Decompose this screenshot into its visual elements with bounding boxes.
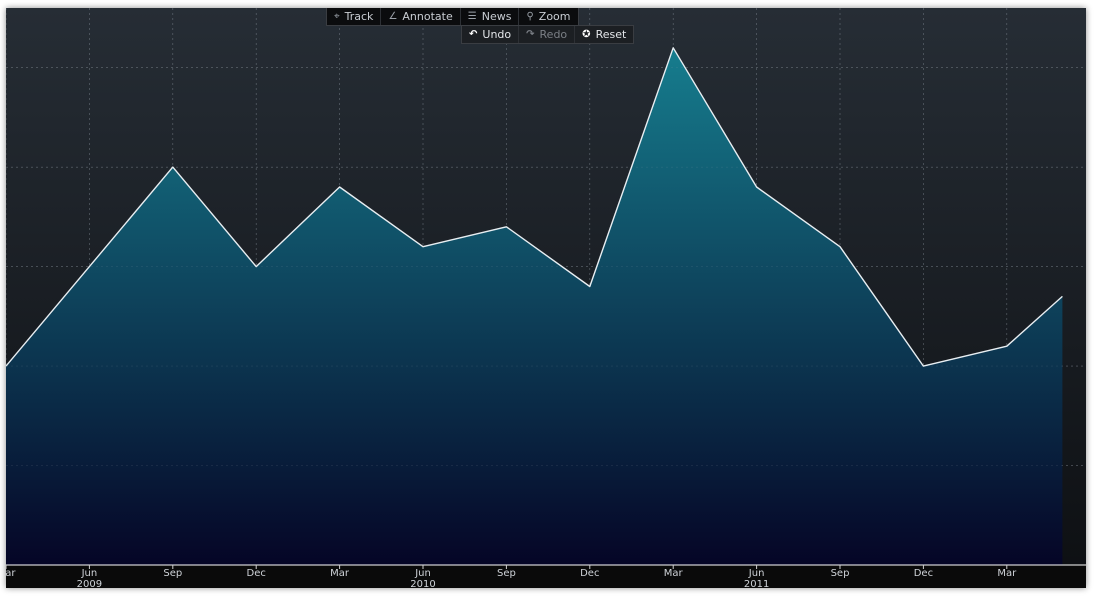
zoom-label: Zoom <box>538 10 571 23</box>
news-label: News <box>481 10 512 23</box>
crosshair-icon: ⌖ <box>334 10 340 22</box>
zoom-button[interactable]: ⚲ Zoom <box>519 8 577 25</box>
area-chart: MarJunSepDecMarJunSepDecMarJunSepDecMar … <box>6 8 1086 588</box>
track-button[interactable]: ⌖ Track <box>327 8 382 25</box>
x-tick-label: Sep <box>163 568 182 579</box>
x-tick-label: Mar <box>664 568 684 579</box>
redo-button[interactable]: ↷ Redo <box>519 26 576 43</box>
history-toolbar: ↶ Undo ↷ Redo ✪ Reset <box>461 25 635 44</box>
undo-label: Undo <box>482 28 512 41</box>
track-label: Track <box>344 10 374 23</box>
x-year-label: 2011 <box>744 579 769 588</box>
magnifier-icon: ⚲ <box>526 10 534 22</box>
annotate-button[interactable]: ∠ Annotate <box>381 8 461 25</box>
x-tick-label: Dec <box>580 568 599 579</box>
x-tick-label: Dec <box>247 568 266 579</box>
undo-button[interactable]: ↶ Undo <box>462 26 520 43</box>
x-tick-label: Jun <box>414 568 431 579</box>
x-tick-label: Sep <box>497 568 516 579</box>
x-tick-label: Mar <box>997 568 1017 579</box>
chart-frame: MarJunSepDecMarJunSepDecMarJunSepDecMar … <box>6 8 1086 588</box>
news-icon: ☰ <box>467 10 477 22</box>
redo-icon: ↷ <box>526 28 535 40</box>
x-tick-label: Dec <box>914 568 933 579</box>
x-tick-label: Sep <box>831 568 850 579</box>
x-tick-label: Mar <box>6 568 16 579</box>
x-tick-label: Jun <box>81 568 98 579</box>
reset-label: Reset <box>595 28 627 41</box>
x-year-label: 2009 <box>77 579 102 588</box>
x-tick-label: Mar <box>330 568 350 579</box>
reset-icon: ✪ <box>582 28 591 40</box>
undo-icon: ↶ <box>469 28 478 40</box>
x-tick-label: Jun <box>748 568 765 579</box>
pencil-icon: ∠ <box>388 10 398 22</box>
annotate-label: Annotate <box>402 10 453 23</box>
redo-label: Redo <box>539 28 568 41</box>
x-year-label: 2010 <box>410 579 435 588</box>
chart-tools-toolbar: ⌖ Track ∠ Annotate ☰ News ⚲ Zoom <box>326 8 579 26</box>
news-button[interactable]: ☰ News <box>461 8 520 25</box>
reset-button[interactable]: ✪ Reset <box>575 26 634 43</box>
